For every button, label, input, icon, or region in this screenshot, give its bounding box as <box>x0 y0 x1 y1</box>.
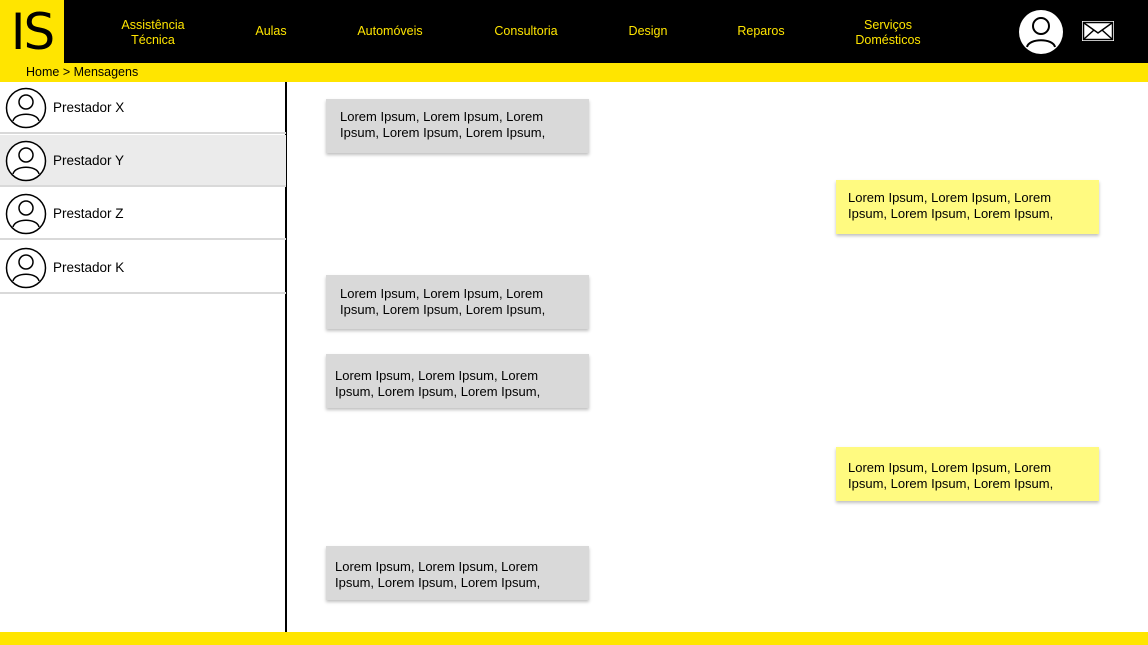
received-message: Lorem Ipsum, Lorem Ipsum, Lorem Ipsum, L… <box>326 99 589 153</box>
nav-item-design[interactable]: Design <box>629 24 668 39</box>
message-text: Lorem Ipsum, Lorem Ipsum, Lorem <box>340 109 544 124</box>
received-message: Lorem Ipsum, Lorem Ipsum, Lorem Ipsum, L… <box>326 546 589 600</box>
nav-label: Reparos <box>737 24 785 38</box>
message-text: Ipsum, Lorem Ipsum, Lorem Ipsum, <box>848 206 1054 221</box>
nav-label-line: Domésticos <box>855 33 921 47</box>
conversation-list: Prestador X Prestador Y Prestador Z Pres… <box>0 82 287 632</box>
received-message: Lorem Ipsum, Lorem Ipsum, Lorem Ipsum, L… <box>326 275 589 329</box>
contact-item[interactable]: Prestador K <box>0 242 286 294</box>
breadcrumb[interactable]: Home > Mensagens <box>26 65 138 79</box>
sent-message: Lorem Ipsum, Lorem Ipsum, Lorem Ipsum, L… <box>836 447 1099 501</box>
contact-name: Prestador Z <box>53 206 124 221</box>
nav-item-servicos-domesticos[interactable]: Serviços Domésticos <box>855 18 920 48</box>
contact-name: Prestador X <box>53 100 125 115</box>
nav-label: Consultoria <box>494 24 558 38</box>
message-text: Lorem Ipsum, Lorem Ipsum, Lorem <box>340 286 544 301</box>
contact-item-active[interactable]: Prestador Y <box>0 135 286 187</box>
message-text: Ipsum, Lorem Ipsum, Lorem Ipsum, <box>340 125 546 140</box>
logo-text: IS <box>10 2 56 61</box>
chat-panel: Lorem Ipsum, Lorem Ipsum, Lorem Ipsum, L… <box>289 82 1148 632</box>
contact-name: Prestador Y <box>53 153 125 168</box>
message-text: Ipsum, Lorem Ipsum, Lorem Ipsum, <box>335 384 541 399</box>
contact-item[interactable]: Prestador X <box>0 82 286 134</box>
message-text: Ipsum, Lorem Ipsum, Lorem Ipsum, <box>848 476 1054 491</box>
profile-button[interactable] <box>1019 10 1063 54</box>
nav-item-reparos[interactable]: Reparos <box>737 24 784 39</box>
nav-item-automoveis[interactable]: Automóveis <box>357 24 422 39</box>
message-text: Lorem Ipsum, Lorem Ipsum, Lorem <box>848 190 1052 205</box>
avatar-icon <box>5 247 47 289</box>
logo[interactable]: IS <box>0 0 64 63</box>
message-text: Ipsum, Lorem Ipsum, Lorem Ipsum, <box>340 302 546 317</box>
contact-name: Prestador K <box>53 260 125 275</box>
nav-label-line: Serviços <box>864 18 912 32</box>
sent-message: Lorem Ipsum, Lorem Ipsum, Lorem Ipsum, L… <box>836 180 1099 234</box>
contact-item[interactable]: Prestador Z <box>0 188 286 240</box>
messages-button[interactable] <box>1081 20 1115 42</box>
nav-label-line: Assistência <box>121 18 185 32</box>
nav-label-line: Técnica <box>131 33 175 47</box>
nav-item-consultoria[interactable]: Consultoria <box>494 24 557 39</box>
nav-item-aulas[interactable]: Aulas <box>255 24 286 39</box>
top-navigation-bar: IS Assistência Técnica Aulas Automóveis … <box>0 0 1148 63</box>
message-text: Lorem Ipsum, Lorem Ipsum, Lorem <box>335 559 539 574</box>
avatar-icon <box>5 193 47 235</box>
avatar-icon <box>5 140 47 182</box>
avatar-icon <box>5 87 47 129</box>
message-text: Ipsum, Lorem Ipsum, Lorem Ipsum, <box>335 575 541 590</box>
nav-label: Aulas <box>255 24 287 38</box>
user-icon <box>1020 11 1062 53</box>
message-text: Lorem Ipsum, Lorem Ipsum, Lorem <box>848 460 1052 475</box>
message-text: Lorem Ipsum, Lorem Ipsum, Lorem <box>335 368 539 383</box>
footer-bar <box>0 632 1148 645</box>
nav-label: Automóveis <box>357 24 423 38</box>
received-message: Lorem Ipsum, Lorem Ipsum, Lorem Ipsum, L… <box>326 354 589 408</box>
mail-icon <box>1082 21 1114 41</box>
nav-label: Design <box>628 24 668 38</box>
breadcrumb-bar: Home > Mensagens <box>0 63 1148 82</box>
nav-item-assistencia-tecnica[interactable]: Assistência Técnica <box>121 18 184 48</box>
